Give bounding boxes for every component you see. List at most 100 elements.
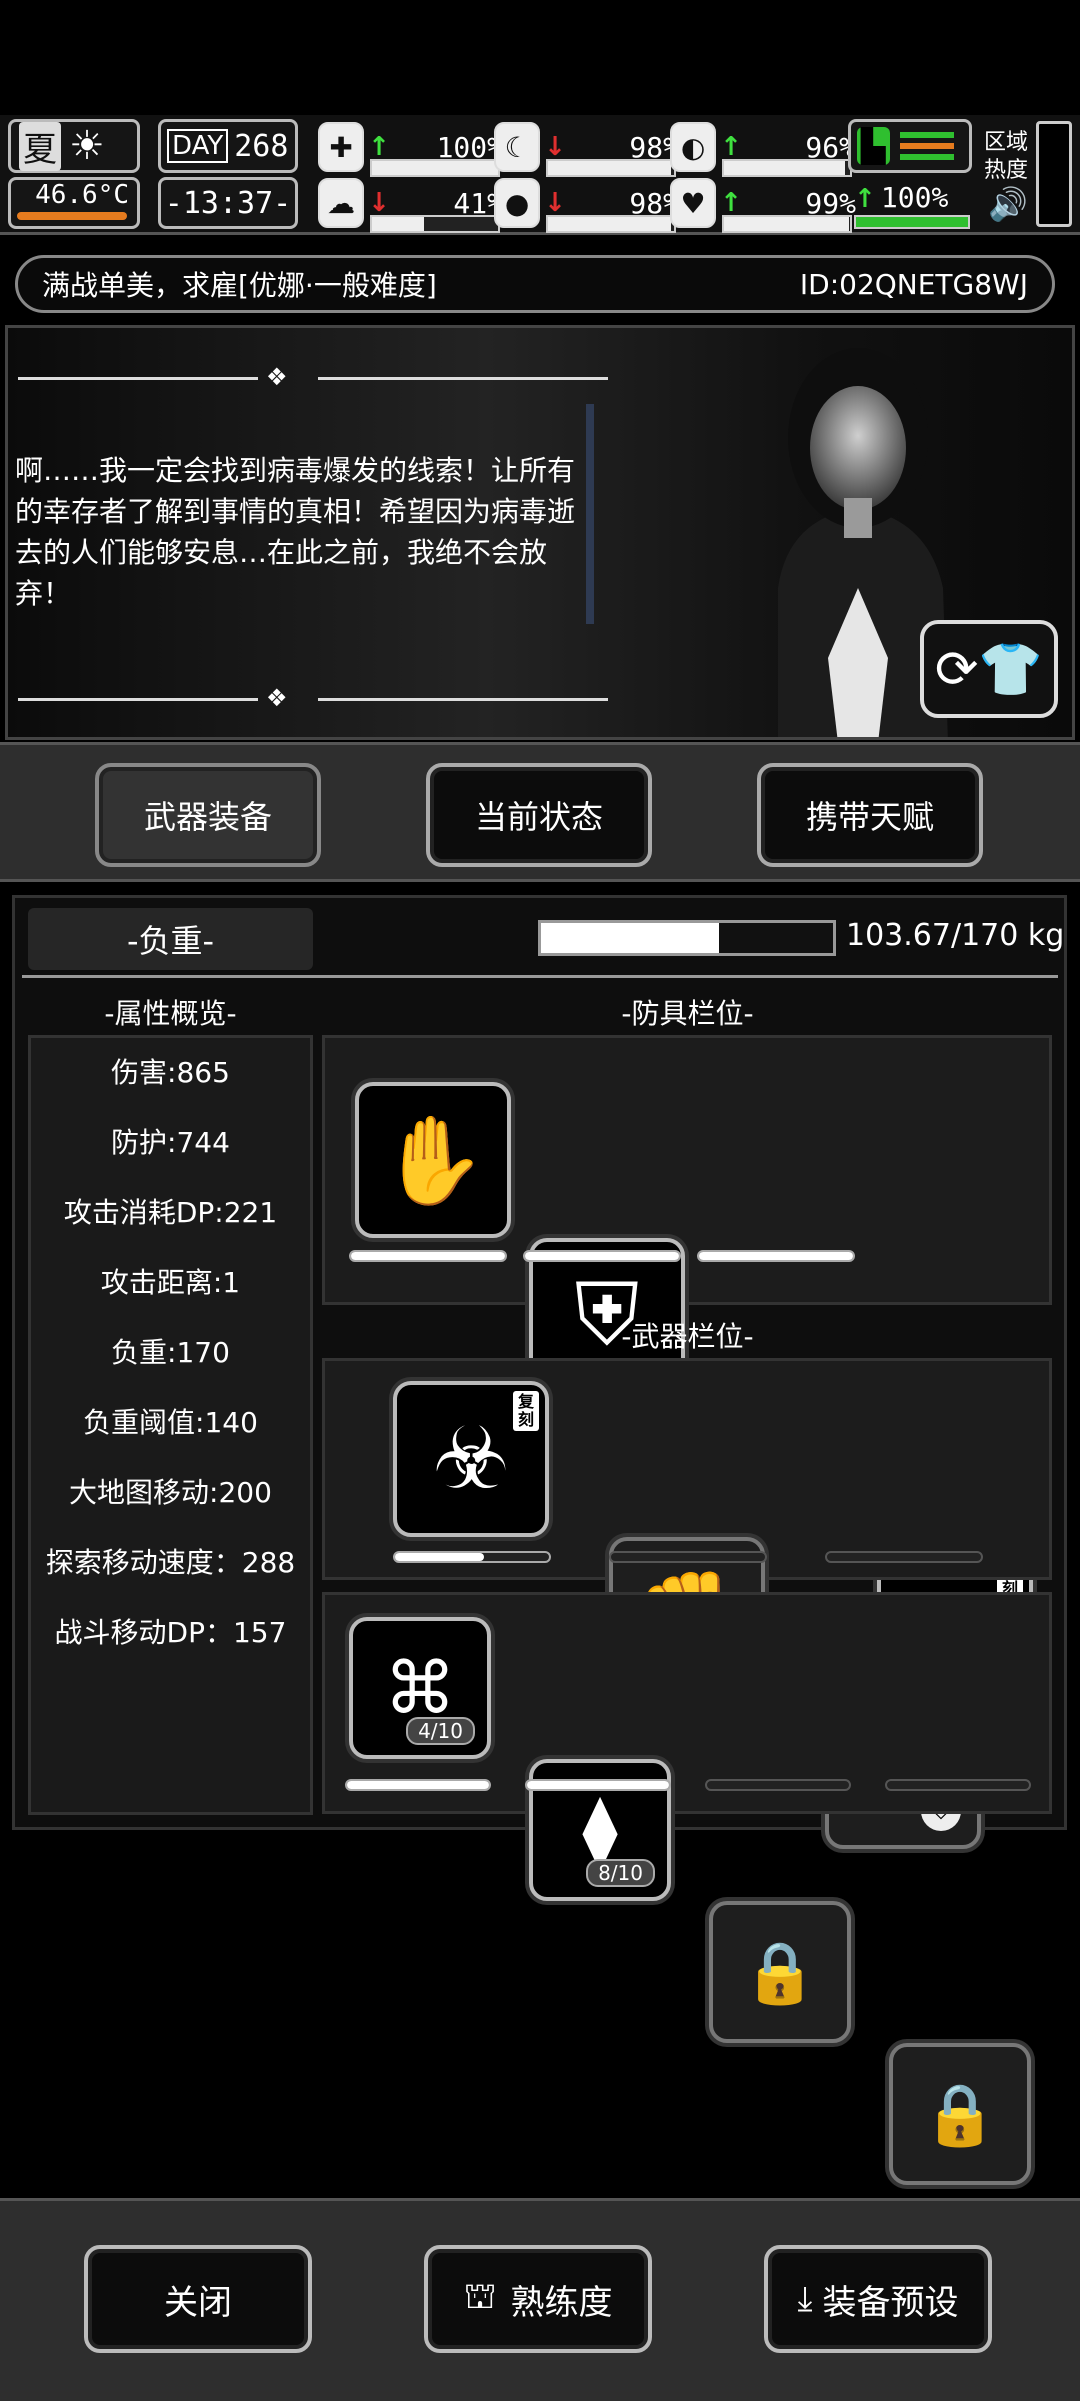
proficiency-button[interactable]: ⛫ 熟练度 — [424, 2245, 652, 2353]
clock: -13:37- — [164, 185, 292, 221]
durability-bar — [609, 1551, 767, 1563]
water-drop-icon: ● — [494, 178, 541, 228]
item-slots: ⌘ 4/10 ⧫ 8/10 🔒 🔒 — [322, 1592, 1052, 2185]
weight-value: 103.67/170 kg — [846, 918, 1065, 953]
stamina-value: 100% — [880, 181, 949, 214]
stats-grid: ✚ ↑ 100% ☾ ↓ 98% ◐ ↑ 96% ☁ ↓ 41% ● ↓ 98% — [318, 121, 888, 233]
tab-talents[interactable]: 携带天赋 — [757, 763, 983, 867]
attr-attack-cost: 攻击消耗DP:221 — [63, 1196, 278, 1229]
weapons-title: -武器栏位- — [621, 1320, 754, 1353]
day-number: 268 — [234, 128, 289, 164]
weapon-slot-primary[interactable]: ☣ 复刻 — [393, 1381, 549, 1537]
helmet-icon: ◐ — [670, 122, 717, 172]
armor-slot-gloves[interactable]: ✋ — [355, 1082, 511, 1238]
character-title-bar: 满战单美，求雇[优娜·一般难度] ID:02QNETG8WJ — [15, 255, 1055, 313]
locked-slot-icon: 🔒 — [742, 1937, 818, 2008]
stamina-bar — [854, 215, 970, 229]
tab-weapons-equipment[interactable]: 武器装备 — [95, 763, 321, 867]
item-slot-locked-1[interactable]: 🔒 — [709, 1901, 851, 2043]
attr-damage: 伤害:865 — [111, 1056, 230, 1089]
character-title: 满战单美，求雇[优娜·一般难度] — [42, 269, 437, 302]
stat-hunger: ☾ ↓ 98% — [494, 121, 680, 177]
stat-bar — [370, 215, 500, 233]
replica-tag: 复刻 — [513, 1391, 539, 1431]
durability-bar — [349, 1250, 507, 1262]
speaker-icon[interactable]: 🔊 — [988, 185, 1028, 223]
armor-slots: ✋ ⛨ ◉ ▣ 复刻 — [322, 1035, 1052, 1706]
temperature-bar — [17, 212, 127, 220]
weight-bar — [538, 920, 836, 956]
armor-title: -防具栏位- — [621, 997, 754, 1030]
sun-icon: ☀ — [69, 123, 105, 169]
attributes-list: 伤害:865 防护:744 攻击消耗DP:221 攻击距离:1 负重:170 负… — [28, 1035, 313, 1815]
trend-up-icon: ↑ — [720, 188, 742, 218]
gloves-icon: ✋ — [379, 1110, 487, 1211]
stat-thirst: ● ↓ 98% — [494, 177, 680, 233]
trend-up-icon: ↑ — [720, 132, 742, 162]
trend-down-icon: ↓ — [368, 188, 390, 218]
stamina-lines-icon — [899, 132, 954, 160]
item-count: 8/10 — [586, 1859, 655, 1887]
stat-sanity: ☁ ↓ 41% — [318, 177, 504, 233]
durability-bar — [705, 1779, 851, 1791]
podium-icon: ⛫ — [463, 2276, 497, 2317]
attributes-title: -属性概览- — [104, 997, 237, 1030]
region-heat-label: 区域热度 — [984, 130, 1029, 183]
boot-icon: ▙ — [857, 127, 890, 165]
stat-bar — [722, 215, 852, 233]
divider — [22, 975, 1058, 978]
season-label: 夏 — [19, 121, 61, 171]
weapon-slots: ☣ 复刻 ✊ 主 ⬟ ⛉ — [322, 1358, 1052, 1849]
attr-attack-range: 攻击距离:1 — [100, 1266, 241, 1299]
locked-slot-icon: 🔒 — [922, 2079, 998, 2150]
trend-up-icon: ↑ — [368, 132, 390, 162]
durability-bar — [523, 1250, 681, 1262]
trend-down-icon: ↓ — [544, 188, 566, 218]
durability-bar — [885, 1779, 1031, 1791]
stat-bar — [546, 215, 676, 233]
attr-carry-threshold: 负重阈值:140 — [83, 1406, 258, 1439]
durability-bar — [525, 1779, 671, 1791]
medusa-weapon-icon: ☣ — [432, 1409, 510, 1509]
stat-armor: ◐ ↑ 96% — [670, 121, 856, 177]
stamina-box: ▙ — [848, 119, 972, 173]
change-outfit-button[interactable]: ⟳👕 — [920, 620, 1058, 718]
tab-bar: 武器装备 当前状态 携带天赋 — [0, 742, 1080, 882]
attr-map-move: 大地图移动:200 — [69, 1476, 272, 1509]
stomach-icon: ☾ — [494, 122, 541, 172]
item-count: 4/10 — [406, 1717, 475, 1745]
stat-bar — [370, 159, 500, 177]
durability-bar — [697, 1250, 855, 1262]
bottom-bar: 关闭 ⛫ 熟练度 ⤓ 装备预设 — [0, 2198, 1080, 2401]
day-counter: DAY 268 — [158, 119, 298, 173]
clock-box: -13:37- — [158, 177, 298, 229]
stat-bar — [546, 159, 676, 177]
trend-down-icon: ↓ — [544, 132, 566, 162]
ornament-bottom: ❖ — [18, 684, 608, 714]
story-dialogue: 啊……我一定会找到病毒爆发的线索！让所有的幸存者了解到事情的真相！希望因为病毒逝… — [15, 454, 576, 610]
season-weather: 夏 ☀ — [8, 119, 140, 173]
temperature-box: 46.6°C — [8, 177, 140, 229]
stamina-stat: ↑ 100% — [850, 181, 974, 229]
durability-bar — [345, 1779, 491, 1791]
attr-explore-speed: 探索移动速度：288 — [45, 1546, 296, 1579]
durability-bar — [825, 1551, 983, 1563]
stat-bar — [722, 159, 852, 177]
attr-combat-move: 战斗移动DP：157 — [54, 1616, 287, 1649]
attr-carry: 负重:170 — [111, 1336, 230, 1369]
item-slot-1[interactable]: ⌘ 4/10 — [349, 1617, 491, 1759]
equipment-preset-button[interactable]: ⤓ 装备预设 — [764, 2245, 992, 2353]
stat-health: ✚ ↑ 100% — [318, 121, 504, 177]
item-slot-locked-2[interactable]: 🔒 — [889, 2043, 1031, 2185]
region-heat-meter — [1036, 121, 1072, 227]
tab-current-status[interactable]: 当前状态 — [426, 763, 652, 867]
ornament-top: ❖ — [18, 363, 608, 393]
durability-bar — [393, 1551, 551, 1563]
attr-defense: 防护:744 — [111, 1126, 230, 1159]
character-id: ID:02QNETG8WJ — [799, 267, 1028, 301]
close-button[interactable]: 关闭 — [84, 2245, 312, 2353]
brain-icon: ☁ — [318, 178, 365, 228]
stat-mood: ♥ ↑ 99% — [670, 177, 856, 233]
outfit-swap-icon: ⟳👕 — [934, 639, 1044, 700]
medkit-icon: ✚ — [318, 122, 365, 172]
